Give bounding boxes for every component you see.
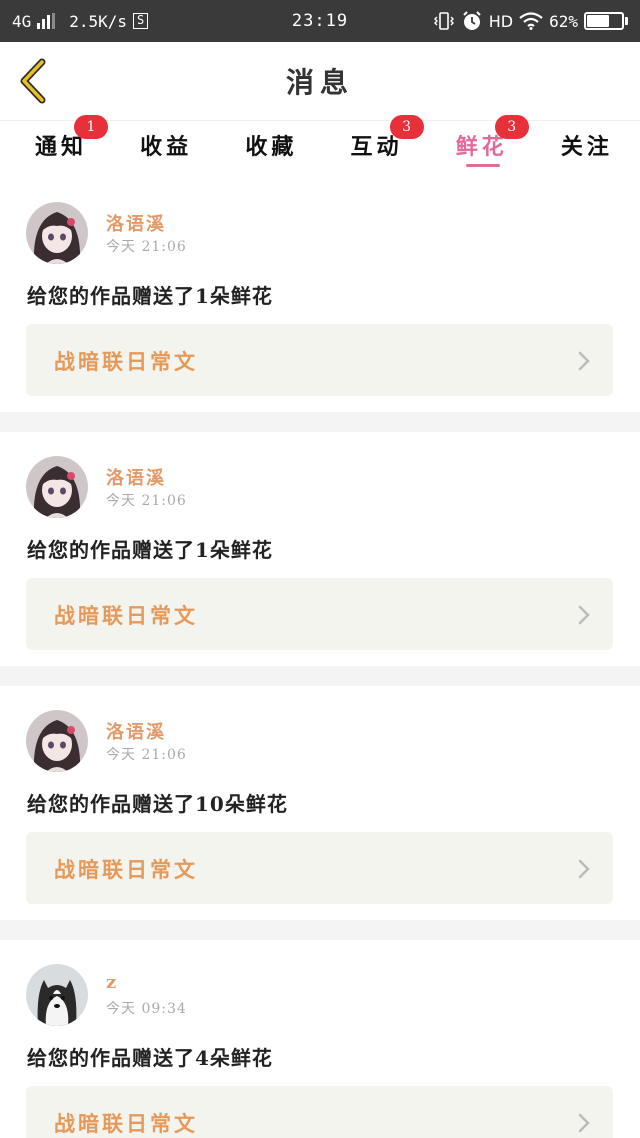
badge-count: 1	[74, 115, 108, 139]
avatar[interactable]	[26, 710, 88, 772]
notification-message: 给您的作品赠送了10朵鲜花	[27, 792, 288, 816]
timestamp: 今天 21:06	[106, 239, 187, 255]
username[interactable]: 洛语溪	[106, 464, 166, 490]
username[interactable]: 洛语溪	[106, 718, 166, 744]
list-item: 洛语溪 今天 21:06 给您的作品赠送了10朵鲜花 战暗联日常文	[0, 686, 640, 920]
back-button[interactable]	[14, 58, 54, 104]
husky-dog-avatar-icon	[26, 964, 88, 1026]
chevron-left-icon	[20, 58, 46, 104]
notification-message: 给您的作品赠送了1朵鲜花	[27, 284, 273, 308]
work-link-button[interactable]: 战暗联日常文	[26, 1086, 613, 1138]
anime-girl-avatar-icon	[26, 456, 88, 518]
clock: 23:19	[291, 11, 349, 31]
notification-message: 给您的作品赠送了4朵鲜花	[27, 1046, 273, 1070]
list-item: 洛语溪 今天 21:06 给您的作品赠送了1朵鲜花 战暗联日常文	[0, 178, 640, 412]
chevron-right-icon	[578, 859, 590, 879]
avatar[interactable]	[26, 202, 88, 264]
tab-favorites[interactable]: 收藏	[228, 121, 314, 179]
app-header: 消息	[0, 42, 640, 120]
signal-icon	[37, 13, 56, 29]
tab-earnings[interactable]: 收益	[123, 121, 209, 179]
timestamp: 今天 21:06	[106, 493, 187, 509]
network-type: 4G	[12, 11, 32, 31]
avatar[interactable]	[26, 964, 88, 1026]
network-speed: 2.5K/s	[69, 11, 128, 31]
chevron-right-icon	[578, 1113, 590, 1133]
tab-notice[interactable]: 通知 1	[18, 115, 108, 179]
alarm-icon	[463, 11, 481, 30]
s-icon: S	[133, 13, 149, 29]
anime-girl-avatar-icon	[26, 202, 88, 264]
chevron-right-icon	[578, 605, 590, 625]
work-link-button[interactable]: 战暗联日常文	[26, 832, 613, 904]
list-item: z 今天 09:34 给您的作品赠送了4朵鲜花 战暗联日常文	[0, 940, 640, 1138]
avatar[interactable]	[26, 456, 88, 518]
work-link-button[interactable]: 战暗联日常文	[26, 324, 613, 396]
vibrate-icon	[433, 12, 454, 30]
tab-interaction[interactable]: 互动 3	[334, 115, 424, 179]
tab-follow[interactable]: 关注	[544, 121, 630, 179]
chevron-right-icon	[578, 351, 590, 371]
work-link-button[interactable]: 战暗联日常文	[26, 578, 613, 650]
notification-message: 给您的作品赠送了1朵鲜花	[27, 538, 273, 562]
badge-count: 3	[494, 115, 529, 139]
battery-percent: 62%	[549, 11, 578, 31]
list-item: 洛语溪 今天 21:06 给您的作品赠送了1朵鲜花 战暗联日常文	[0, 432, 640, 666]
work-title: 战暗联日常文	[54, 857, 198, 882]
timestamp: 今天 21:06	[106, 747, 187, 763]
notification-list: 洛语溪 今天 21:06 给您的作品赠送了1朵鲜花 战暗联日常文 洛语溪 今天 …	[0, 178, 640, 1138]
status-bar: 4G 2.5K/s S 23:19 HD 62%	[0, 0, 640, 42]
tab-label: 关注	[560, 134, 613, 160]
active-tab-indicator	[465, 164, 500, 167]
tab-flowers[interactable]: 鲜花 3	[439, 115, 529, 179]
work-title: 战暗联日常文	[54, 1111, 198, 1136]
wifi-icon	[519, 12, 543, 30]
username[interactable]: 洛语溪	[106, 210, 166, 236]
timestamp: 今天 09:34	[106, 1001, 187, 1017]
hd-indicator: HD	[488, 11, 514, 31]
page-title: 消息	[285, 66, 354, 99]
tab-bar: 通知 1 收益 收藏 互动 3 鲜花 3 关注	[0, 115, 640, 179]
work-title: 战暗联日常文	[54, 603, 198, 628]
battery-icon	[584, 12, 628, 30]
anime-girl-avatar-icon	[26, 710, 88, 772]
work-title: 战暗联日常文	[54, 349, 198, 374]
tab-label: 收藏	[245, 134, 298, 160]
tab-label: 收益	[140, 134, 193, 160]
username[interactable]: z	[106, 972, 118, 993]
badge-count: 3	[389, 115, 424, 139]
